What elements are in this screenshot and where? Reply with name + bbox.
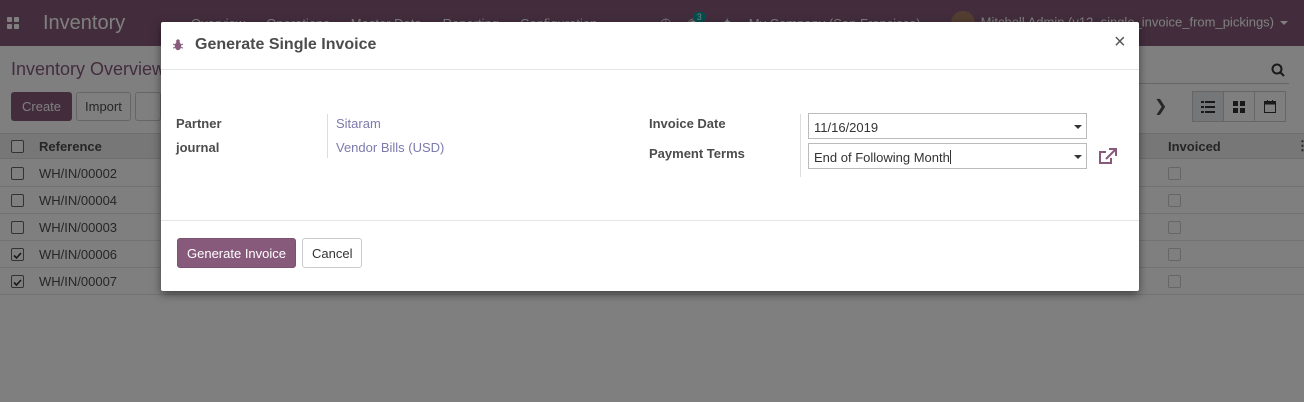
close-icon[interactable]: × [1114,32,1126,52]
generate-invoice-button[interactable]: Generate Invoice [177,238,297,268]
bug-icon [173,39,183,51]
external-link-icon[interactable] [1098,148,1118,166]
payment-terms-field[interactable]: End of Following Month [808,143,1087,169]
partner-value-link[interactable]: Sitaram [336,116,381,131]
dialog-header: Generate Single Invoice × [161,22,1139,70]
invoice-date-value: 11/16/2019 [814,120,879,135]
dialog-title: Generate Single Invoice [195,36,377,53]
payment-terms-input[interactable]: End of Following Month [814,150,951,165]
invoice-date-field[interactable]: 11/16/2019 [808,113,1087,139]
text-cursor [949,150,951,164]
field-divider [800,114,801,177]
field-divider [327,114,328,158]
chevron-down-icon[interactable] [1074,155,1082,159]
partner-label: Partner [176,116,222,131]
journal-value-link[interactable]: Vendor Bills (USD) [336,140,444,155]
payment-terms-label: Payment Terms [649,146,745,161]
cancel-button[interactable]: Cancel [302,238,363,268]
payment-terms-value: End of Following Month [814,150,950,165]
chevron-down-icon[interactable] [1074,125,1082,129]
invoice-date-label: Invoice Date [649,116,726,131]
dialog-footer: Generate Invoice Cancel [161,220,1139,291]
generate-single-invoice-dialog: Generate Single Invoice × Partner journa… [161,22,1139,291]
journal-label: journal [176,140,220,155]
